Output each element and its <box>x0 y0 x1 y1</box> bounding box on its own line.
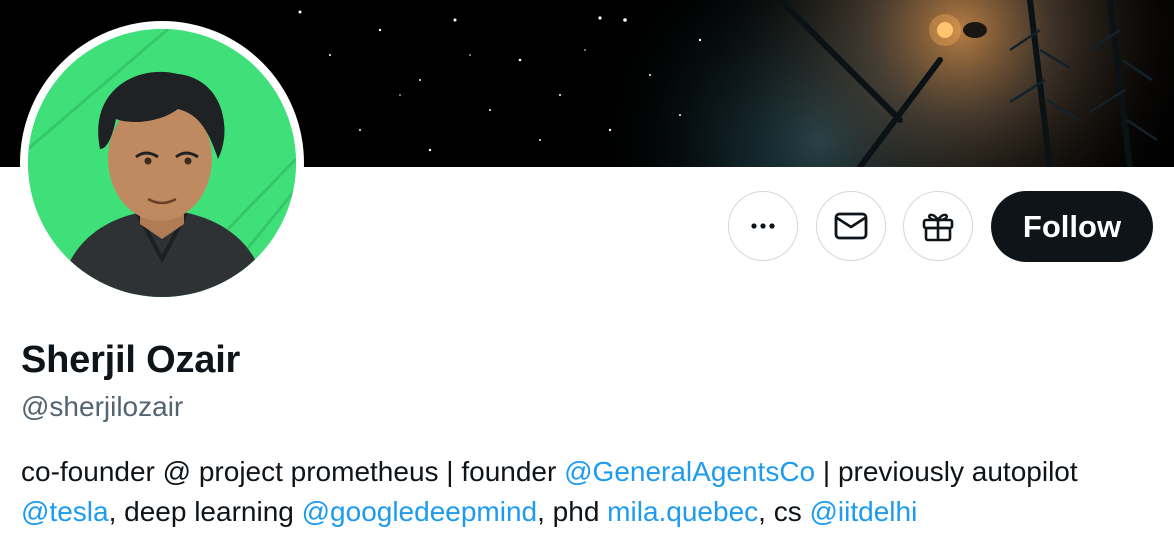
message-button[interactable] <box>816 191 886 261</box>
link-mila-quebec[interactable]: mila.quebec <box>607 496 758 527</box>
display-name: Sherjil Ozair <box>21 339 241 381</box>
bio-text: | previously autopilot <box>815 456 1078 487</box>
follow-button[interactable]: Follow <box>991 191 1153 262</box>
profile-bio: co-founder @ project prometheus | founde… <box>21 452 1161 532</box>
more-button[interactable] <box>728 191 798 261</box>
mention-iitdelhi[interactable]: @iitdelhi <box>810 496 918 527</box>
bio-text: , deep learning <box>108 496 302 527</box>
envelope-icon <box>834 212 868 240</box>
bio-text: , phd <box>537 496 608 527</box>
mention-tesla[interactable]: @tesla <box>21 496 109 527</box>
subscribe-gift-button[interactable] <box>903 191 973 261</box>
mention-googledeepmind[interactable]: @googledeepmind <box>302 496 537 527</box>
follow-button-label: Follow <box>1022 208 1122 244</box>
mention-generalagentsco[interactable]: @GeneralAgentsCo <box>564 456 815 487</box>
avatar[interactable] <box>28 29 296 297</box>
gift-icon <box>922 213 954 242</box>
avatar-frame[interactable] <box>20 21 304 305</box>
bio-text: , cs <box>758 496 810 527</box>
user-handle: @sherjilozair <box>21 391 184 422</box>
more-horizontal-icon <box>751 223 775 229</box>
bio-text: co-founder @ project prometheus | founde… <box>21 456 565 487</box>
